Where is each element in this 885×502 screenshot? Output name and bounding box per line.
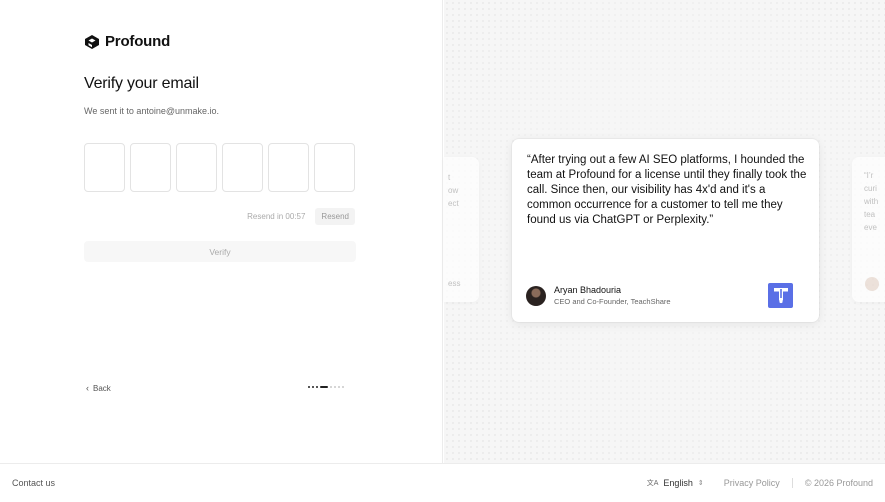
- brand-name: Profound: [105, 33, 171, 50]
- contact-us-link[interactable]: Contact us: [12, 478, 55, 488]
- page-title: Verify your email: [84, 75, 199, 92]
- step-progress: [308, 386, 344, 388]
- progress-step: [308, 386, 310, 388]
- footer: Contact us 文A English ⇕ Privacy Policy ©…: [0, 463, 885, 502]
- code-digit-4[interactable]: [222, 143, 263, 192]
- progress-step: [316, 386, 318, 388]
- code-digit-5[interactable]: [268, 143, 309, 192]
- verify-button[interactable]: Verify: [84, 241, 356, 262]
- code-digit-6[interactable]: [314, 143, 355, 192]
- language-selector[interactable]: 文A English ⇕: [647, 478, 704, 488]
- avatar: [526, 285, 546, 306]
- previous-testimonial-card[interactable]: t ow ect ess: [444, 157, 479, 302]
- language-label: English: [663, 478, 693, 488]
- auth-panel: Profound Verify your email We sent it to…: [0, 0, 443, 463]
- next-testimonial-card[interactable]: “I’r curi with tea eve: [852, 157, 885, 302]
- verification-code-input: [84, 143, 355, 192]
- privacy-policy-link[interactable]: Privacy Policy: [724, 478, 780, 488]
- back-label: Back: [93, 383, 111, 393]
- progress-step-current: [320, 386, 328, 388]
- resend-row: Resend in 00:57 Resend: [247, 208, 355, 225]
- code-digit-3[interactable]: [176, 143, 217, 192]
- avatar: [865, 277, 879, 291]
- author-role: CEO and Co-Founder, TeachShare: [554, 297, 671, 306]
- progress-step: [342, 386, 344, 388]
- testimonial-quote: “After trying out a few AI SEO platforms…: [527, 154, 807, 226]
- resend-button[interactable]: Resend: [315, 208, 355, 225]
- code-digit-2[interactable]: [130, 143, 171, 192]
- profound-logo-icon: [85, 34, 99, 49]
- chevron-up-down-icon: ⇕: [697, 480, 704, 487]
- progress-step: [312, 386, 314, 388]
- email-sent-text: We sent it to antoine@unmake.io.: [84, 106, 220, 116]
- teachshare-logo-icon: [768, 283, 793, 308]
- testimonial-card: “After trying out a few AI SEO platforms…: [512, 139, 819, 322]
- author-name: Aryan Bhadouria: [554, 285, 622, 295]
- brand-logo[interactable]: Profound: [84, 33, 170, 50]
- chevron-left-icon: ‹: [86, 383, 89, 393]
- copyright-text: © 2026 Profound: [804, 478, 873, 488]
- back-link[interactable]: ‹ Back: [86, 383, 111, 393]
- progress-step: [334, 386, 336, 388]
- code-digit-1[interactable]: [84, 143, 125, 192]
- divider: [791, 478, 793, 488]
- translate-icon: 文A: [646, 480, 659, 487]
- progress-step: [330, 386, 332, 388]
- testimonial-author: Aryan Bhadouria CEO and Co-Founder, Teac…: [526, 285, 671, 306]
- progress-step: [338, 386, 340, 388]
- resend-timer: Resend in 00:57: [247, 212, 306, 221]
